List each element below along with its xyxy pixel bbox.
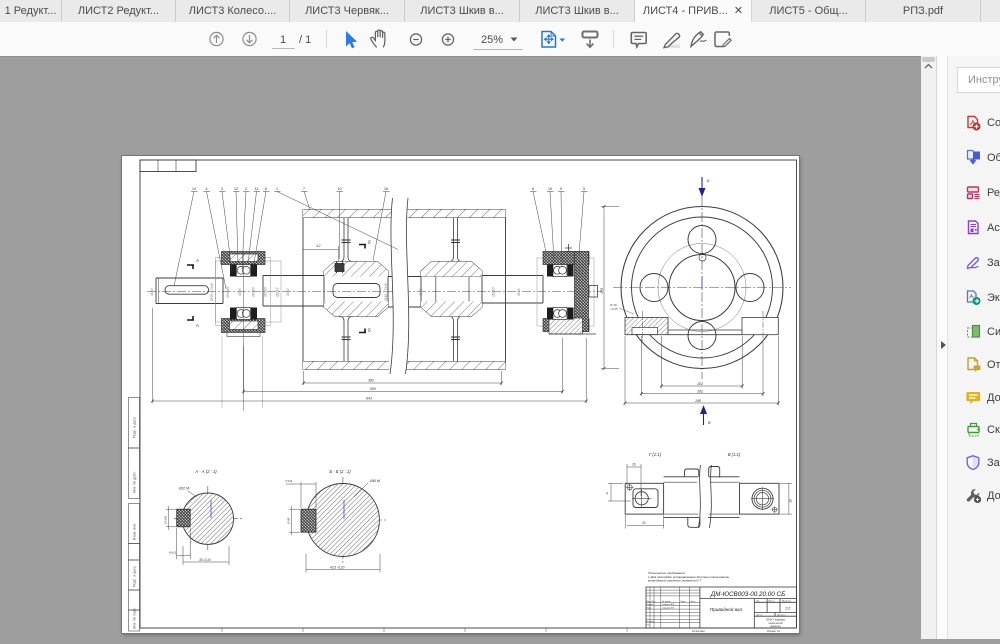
svg-text:Инв. № дубл.: Инв. № дубл. xyxy=(133,471,137,493)
svg-text:Б: Б xyxy=(368,328,371,333)
svg-text:Ø20: Ø20 xyxy=(150,288,154,297)
svg-text:190: 190 xyxy=(695,399,701,403)
svg-text:Ø35k6: Ø35k6 xyxy=(226,286,230,299)
svg-text:1: 1 xyxy=(276,187,278,191)
svg-text:Сидоров И.Н.: Сидоров И.Н. xyxy=(662,608,675,610)
svg-text:4,2: 4,2 xyxy=(316,244,321,248)
svg-text:10 N9: 10 N9 xyxy=(164,516,168,524)
svg-text:19: 19 xyxy=(789,499,793,503)
svg-text:14: 14 xyxy=(192,187,196,191)
svg-text:монтажный комплект момента N 7: монтажный комплект момента N 7 xyxy=(648,579,701,583)
svg-text:7 h11: 7 h11 xyxy=(285,479,293,483)
svg-text:Б: Б xyxy=(368,240,371,245)
svg-text:Подп.: Подп. xyxy=(681,601,687,603)
svg-text:Масштаб: Масштаб xyxy=(782,600,792,602)
svg-text:Ø26: Ø26 xyxy=(238,288,242,297)
svg-text:Ø247: Ø247 xyxy=(276,286,280,297)
svg-text:12: 12 xyxy=(234,187,238,191)
svg-text:Приводной вал: Приводной вал xyxy=(710,606,743,612)
svg-text:Лит.: Лит. xyxy=(756,600,760,602)
svg-text:Ø42: Ø42 xyxy=(286,288,290,297)
svg-text:8 h11: 8 h11 xyxy=(169,551,177,555)
svg-text:Масса: Масса xyxy=(769,600,776,602)
svg-text:162: 162 xyxy=(697,390,703,394)
svg-text:Утв.: Утв. xyxy=(647,625,651,627)
svg-text:4: 4 xyxy=(206,187,208,191)
svg-text:Ø240: Ø240 xyxy=(264,286,268,297)
svg-text:8 N9: 8 N9 xyxy=(287,518,291,525)
svg-text:Подп. и дата: Подп. и дата xyxy=(133,566,137,587)
svg-text:2: 2 xyxy=(245,187,247,191)
svg-text:Лист 1: Лист 1 xyxy=(756,615,763,617)
svg-text:10: 10 xyxy=(338,187,342,191)
svg-text:Копировал: Копировал xyxy=(692,629,705,633)
svg-text:Подп. и дата: Подп. и дата xyxy=(133,417,137,438)
svg-text:А - А (2 : 1): А - А (2 : 1) xyxy=(194,469,217,474)
svg-text:9: 9 xyxy=(560,187,562,191)
svg-text:102: 102 xyxy=(697,382,703,386)
svg-text:Ø32 h6: Ø32 h6 xyxy=(178,487,190,491)
svg-text:Ø260: Ø260 xyxy=(491,286,495,297)
svg-text:Инв. № подл.: Инв. № подл. xyxy=(133,607,137,629)
svg-text:155: 155 xyxy=(600,288,604,294)
svg-text:1: 1 xyxy=(280,34,286,46)
svg-text:+0,05: +0,05 xyxy=(610,307,618,311)
svg-text:11: 11 xyxy=(255,187,259,191)
svg-text:Смирнов А.В.: Смирнов А.В. xyxy=(662,603,675,606)
svg-text:16: 16 xyxy=(384,187,388,191)
svg-text:1:2: 1:2 xyxy=(785,607,791,611)
svg-text:8: 8 xyxy=(532,187,534,191)
svg-text:Ø42: Ø42 xyxy=(419,288,423,297)
svg-text:А: А xyxy=(195,323,199,328)
svg-text:7: 7 xyxy=(303,187,305,191)
svg-text:25%: 25% xyxy=(481,34,503,46)
svg-text:Пров.: Пров. xyxy=(647,608,653,610)
svg-text:43,5 -0,20: 43,5 -0,20 xyxy=(330,565,345,569)
svg-text:382: 382 xyxy=(368,379,374,383)
svg-text:Формат А1: Формат А1 xyxy=(767,629,781,633)
svg-text:/ 1: / 1 xyxy=(299,34,311,46)
svg-text:500: 500 xyxy=(370,387,376,391)
svg-text:Б: Б xyxy=(707,179,710,183)
svg-text:32: 32 xyxy=(642,521,646,525)
svg-text:В: В xyxy=(708,421,711,425)
svg-text:В (1:1): В (1:1) xyxy=(728,452,741,457)
svg-text:Листов 1: Листов 1 xyxy=(777,615,786,617)
svg-text:Г (1:1): Г (1:1) xyxy=(649,452,662,457)
svg-text:А: А xyxy=(195,258,199,263)
svg-text:Ø35 k7/h6: Ø35 k7/h6 xyxy=(210,282,214,301)
svg-text:Ø42: Ø42 xyxy=(517,288,521,297)
svg-text:Б - Б (2 : 1): Б - Б (2 : 1) xyxy=(329,469,351,474)
svg-text:механики: механики xyxy=(770,625,781,628)
svg-text:5: 5 xyxy=(583,187,585,191)
svg-text:4: 4 xyxy=(606,492,608,496)
svg-text:6: 6 xyxy=(265,187,267,191)
svg-text:Разраб.: Разраб. xyxy=(647,604,655,606)
svg-text:641: 641 xyxy=(366,397,372,401)
svg-text:10: 10 xyxy=(548,187,552,191)
svg-text:Ø46 k7/h6: Ø46 k7/h6 xyxy=(384,282,388,301)
svg-text:3: 3 xyxy=(221,187,223,191)
svg-text:Ø249: Ø249 xyxy=(252,286,256,297)
svg-text:Н.контр.: Н.контр. xyxy=(647,621,655,623)
svg-text:Взам. инв.: Взам. инв. xyxy=(133,523,137,540)
svg-text:16: 16 xyxy=(632,463,636,467)
svg-text:№ докум.: № докум. xyxy=(662,600,671,603)
svg-text:ДМ-ЮСВ003-00.20.00 СБ: ДМ-ЮСВ003-00.20.00 СБ xyxy=(710,591,785,598)
svg-text:Ø46 k6: Ø46 k6 xyxy=(369,479,381,483)
svg-text:Изм. Лист: Изм. Лист xyxy=(647,601,656,603)
svg-text:35 -0,10: 35 -0,10 xyxy=(199,558,211,562)
